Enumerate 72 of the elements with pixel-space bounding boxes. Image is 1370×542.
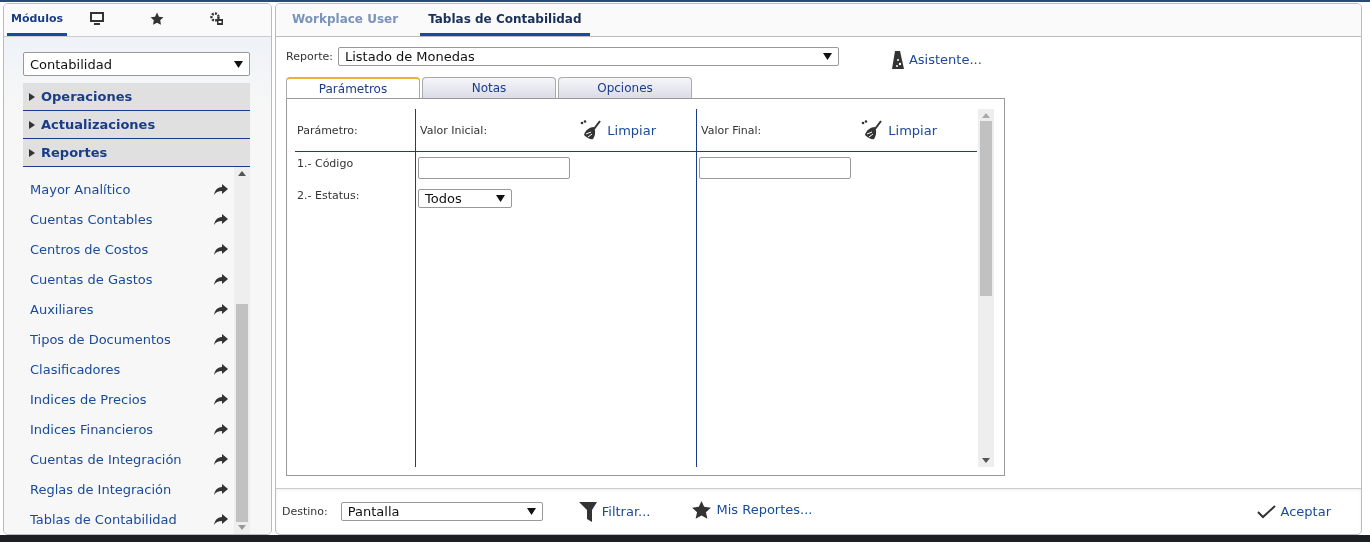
- menu-link[interactable]: Indices Financieros: [30, 421, 154, 437]
- destination-select[interactable]: Pantalla: [340, 502, 543, 521]
- module-select[interactable]: Contabilidad: [23, 52, 250, 76]
- menu-link[interactable]: Cuentas Contables: [30, 211, 153, 227]
- broom-icon: [861, 120, 884, 140]
- destination-label: Destino:: [282, 505, 328, 518]
- accordion-header[interactable]: Actualizaciones: [23, 111, 250, 139]
- share-arrow-icon: [214, 183, 228, 195]
- filter-icon: [578, 501, 597, 522]
- clear-button[interactable]: Limpiar: [580, 120, 656, 140]
- menu-link[interactable]: Tablas de Contabilidad: [30, 511, 177, 527]
- dropdown-arrow-icon: [526, 508, 536, 515]
- report-label: Reporte:: [286, 49, 333, 63]
- menu-link[interactable]: Auxiliares: [30, 301, 94, 317]
- share-arrow-icon: [214, 363, 228, 375]
- menu-link[interactable]: Centros de Costos: [30, 241, 149, 257]
- scroll-up-icon: [238, 171, 246, 176]
- menu-link[interactable]: Mayor Analítico: [30, 181, 131, 197]
- share-arrow-icon: [214, 483, 228, 495]
- tab[interactable]: Opciones: [558, 77, 692, 98]
- my-reports-button[interactable]: Mis Reportes...: [692, 500, 813, 519]
- input-field[interactable]: [418, 157, 570, 179]
- share-arrow-icon: [214, 513, 228, 525]
- scroll-down-icon: [982, 458, 990, 463]
- share-arrow-icon: [214, 213, 228, 225]
- expand-arrow-icon: [29, 148, 35, 157]
- star-icon: [692, 500, 712, 519]
- share-arrow-icon: [214, 453, 228, 465]
- tab[interactable]: Parámetros: [286, 77, 420, 98]
- menu-link[interactable]: Reglas de Integración: [30, 481, 172, 497]
- broom-icon: [580, 120, 603, 140]
- flask-icon: [891, 50, 904, 69]
- share-arrow-icon: [214, 423, 228, 435]
- input-field[interactable]: [699, 157, 851, 179]
- parameter-label: 2.- Estatus:: [296, 189, 360, 202]
- menu-link[interactable]: Tipos de Documentos: [30, 331, 171, 347]
- star-icon: [150, 11, 164, 26]
- status-select[interactable]: Todos: [418, 189, 512, 208]
- column-header: Valor Final:: [700, 123, 762, 137]
- accordion-header[interactable]: Operaciones: [23, 83, 250, 111]
- scroll-up-icon: [982, 113, 990, 118]
- share-arrow-icon: [214, 333, 228, 345]
- scroll-down-icon: [238, 525, 246, 530]
- assistant-link[interactable]: Asistente...: [891, 50, 982, 69]
- expand-arrow-icon: [29, 92, 35, 101]
- share-arrow-icon: [214, 273, 228, 285]
- filter-button[interactable]: Filtrar...: [578, 501, 651, 522]
- scrollbar[interactable]: [978, 109, 994, 467]
- dropdown-arrow-icon: [822, 52, 832, 60]
- column-header: Parámetro:: [296, 123, 358, 137]
- report-select[interactable]: Listado de Monedas: [337, 46, 839, 66]
- tab[interactable]: Notas: [422, 77, 556, 98]
- dropdown-arrow-icon: [496, 195, 505, 202]
- checkmark-icon: [1256, 504, 1276, 519]
- share-arrow-icon: [214, 243, 228, 255]
- tab[interactable]: Tablas de Contabilidad: [420, 4, 590, 36]
- clear-button[interactable]: Limpiar: [861, 120, 937, 140]
- settings-icon: [210, 11, 224, 26]
- expand-arrow-icon: [29, 120, 35, 129]
- menu-link[interactable]: Cuentas de Gastos: [30, 271, 153, 287]
- accept-button[interactable]: Aceptar: [1256, 504, 1331, 519]
- menu-link[interactable]: Clasificadores: [30, 361, 121, 377]
- accordion-header[interactable]: Reportes: [23, 139, 250, 167]
- dropdown-arrow-icon: [234, 60, 243, 68]
- parameter-label: 1.- Código: [296, 157, 354, 170]
- menu-link[interactable]: Cuentas de Integración: [30, 451, 182, 467]
- scrollbar[interactable]: [234, 167, 250, 534]
- share-arrow-icon: [214, 303, 228, 315]
- column-header: Valor Inicial:: [419, 123, 488, 137]
- menu-link[interactable]: Indices de Precios: [30, 391, 147, 407]
- monitor-icon: [90, 12, 104, 25]
- share-arrow-icon: [214, 393, 228, 405]
